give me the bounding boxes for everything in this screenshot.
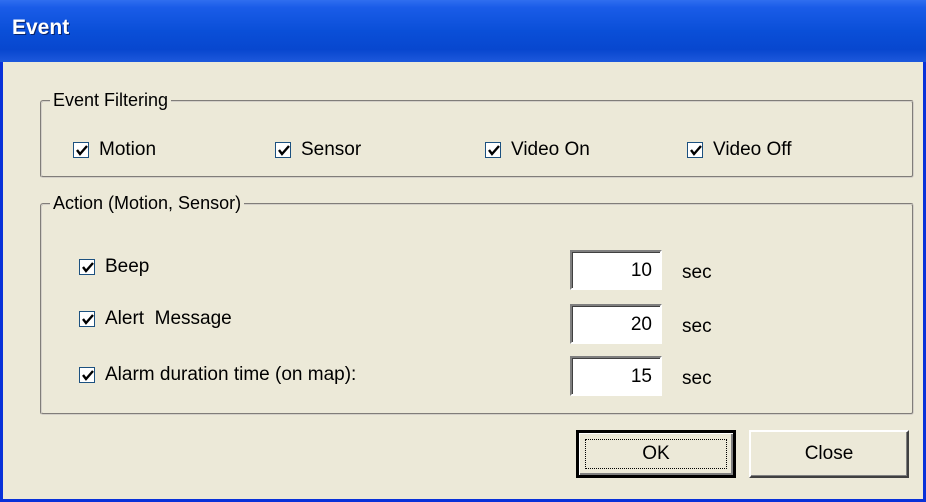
video-on-checkbox[interactable]: Video On <box>485 138 590 162</box>
checkbox-box[interactable] <box>485 142 501 158</box>
close-button[interactable]: Close <box>749 430 909 478</box>
sensor-checkbox[interactable]: Sensor <box>275 138 361 162</box>
video-on-label: Video On <box>511 139 590 160</box>
alarm-duration-label: Alarm duration time (on map): <box>105 364 357 385</box>
window-title: Event <box>12 16 70 39</box>
motion-label: Motion <box>99 139 157 160</box>
alert-message-checkbox[interactable]: Alert Message <box>79 307 232 331</box>
sensor-label: Sensor <box>301 139 362 160</box>
event-filtering-group: Event Filtering <box>40 90 914 178</box>
beep-label: Beep <box>105 256 150 277</box>
focus-rect <box>585 439 727 469</box>
checkmark-icon <box>690 145 702 156</box>
video-off-checkbox[interactable]: Video Off <box>687 138 792 162</box>
checkmark-icon <box>76 145 88 156</box>
alert-message-unit: sec <box>682 316 712 337</box>
close-button-label: Close <box>804 443 854 464</box>
checkbox-box[interactable] <box>79 311 95 327</box>
motion-checkbox[interactable]: Motion <box>73 138 156 162</box>
checkbox-box[interactable] <box>275 142 291 158</box>
alert-message-label: Alert Message <box>105 308 232 329</box>
alert-message-duration-input[interactable]: 20 <box>570 304 662 344</box>
alarm-duration-checkbox[interactable]: Alarm duration time (on map): <box>79 363 356 387</box>
checkbox-box[interactable] <box>73 142 89 158</box>
beep-duration-value: 10 <box>630 260 652 281</box>
checkbox-box[interactable] <box>687 142 703 158</box>
checkmark-icon <box>278 145 290 156</box>
event-dialog: Event Event Filtering Motion Sensor Vide… <box>0 0 926 502</box>
checkmark-icon <box>82 370 94 381</box>
checkbox-box[interactable] <box>79 259 95 275</box>
beep-duration-input[interactable]: 10 <box>570 250 662 290</box>
alarm-duration-input[interactable]: 15 <box>570 356 662 396</box>
action-legend: Action (Motion, Sensor) <box>53 193 242 213</box>
alarm-duration-value: 15 <box>630 366 652 387</box>
beep-unit: sec <box>682 262 712 283</box>
alert-message-duration-value: 20 <box>630 314 652 335</box>
checkmark-icon <box>82 314 94 325</box>
beep-checkbox[interactable]: Beep <box>79 255 149 279</box>
event-filtering-legend: Event Filtering <box>53 90 169 110</box>
checkbox-box[interactable] <box>79 367 95 383</box>
video-off-label: Video Off <box>713 139 792 160</box>
title-bar[interactable]: Event <box>0 0 926 62</box>
checkmark-icon <box>82 262 94 273</box>
checkmark-icon <box>488 145 500 156</box>
alarm-duration-unit: sec <box>682 368 712 389</box>
ok-button[interactable]: OK <box>576 430 736 478</box>
